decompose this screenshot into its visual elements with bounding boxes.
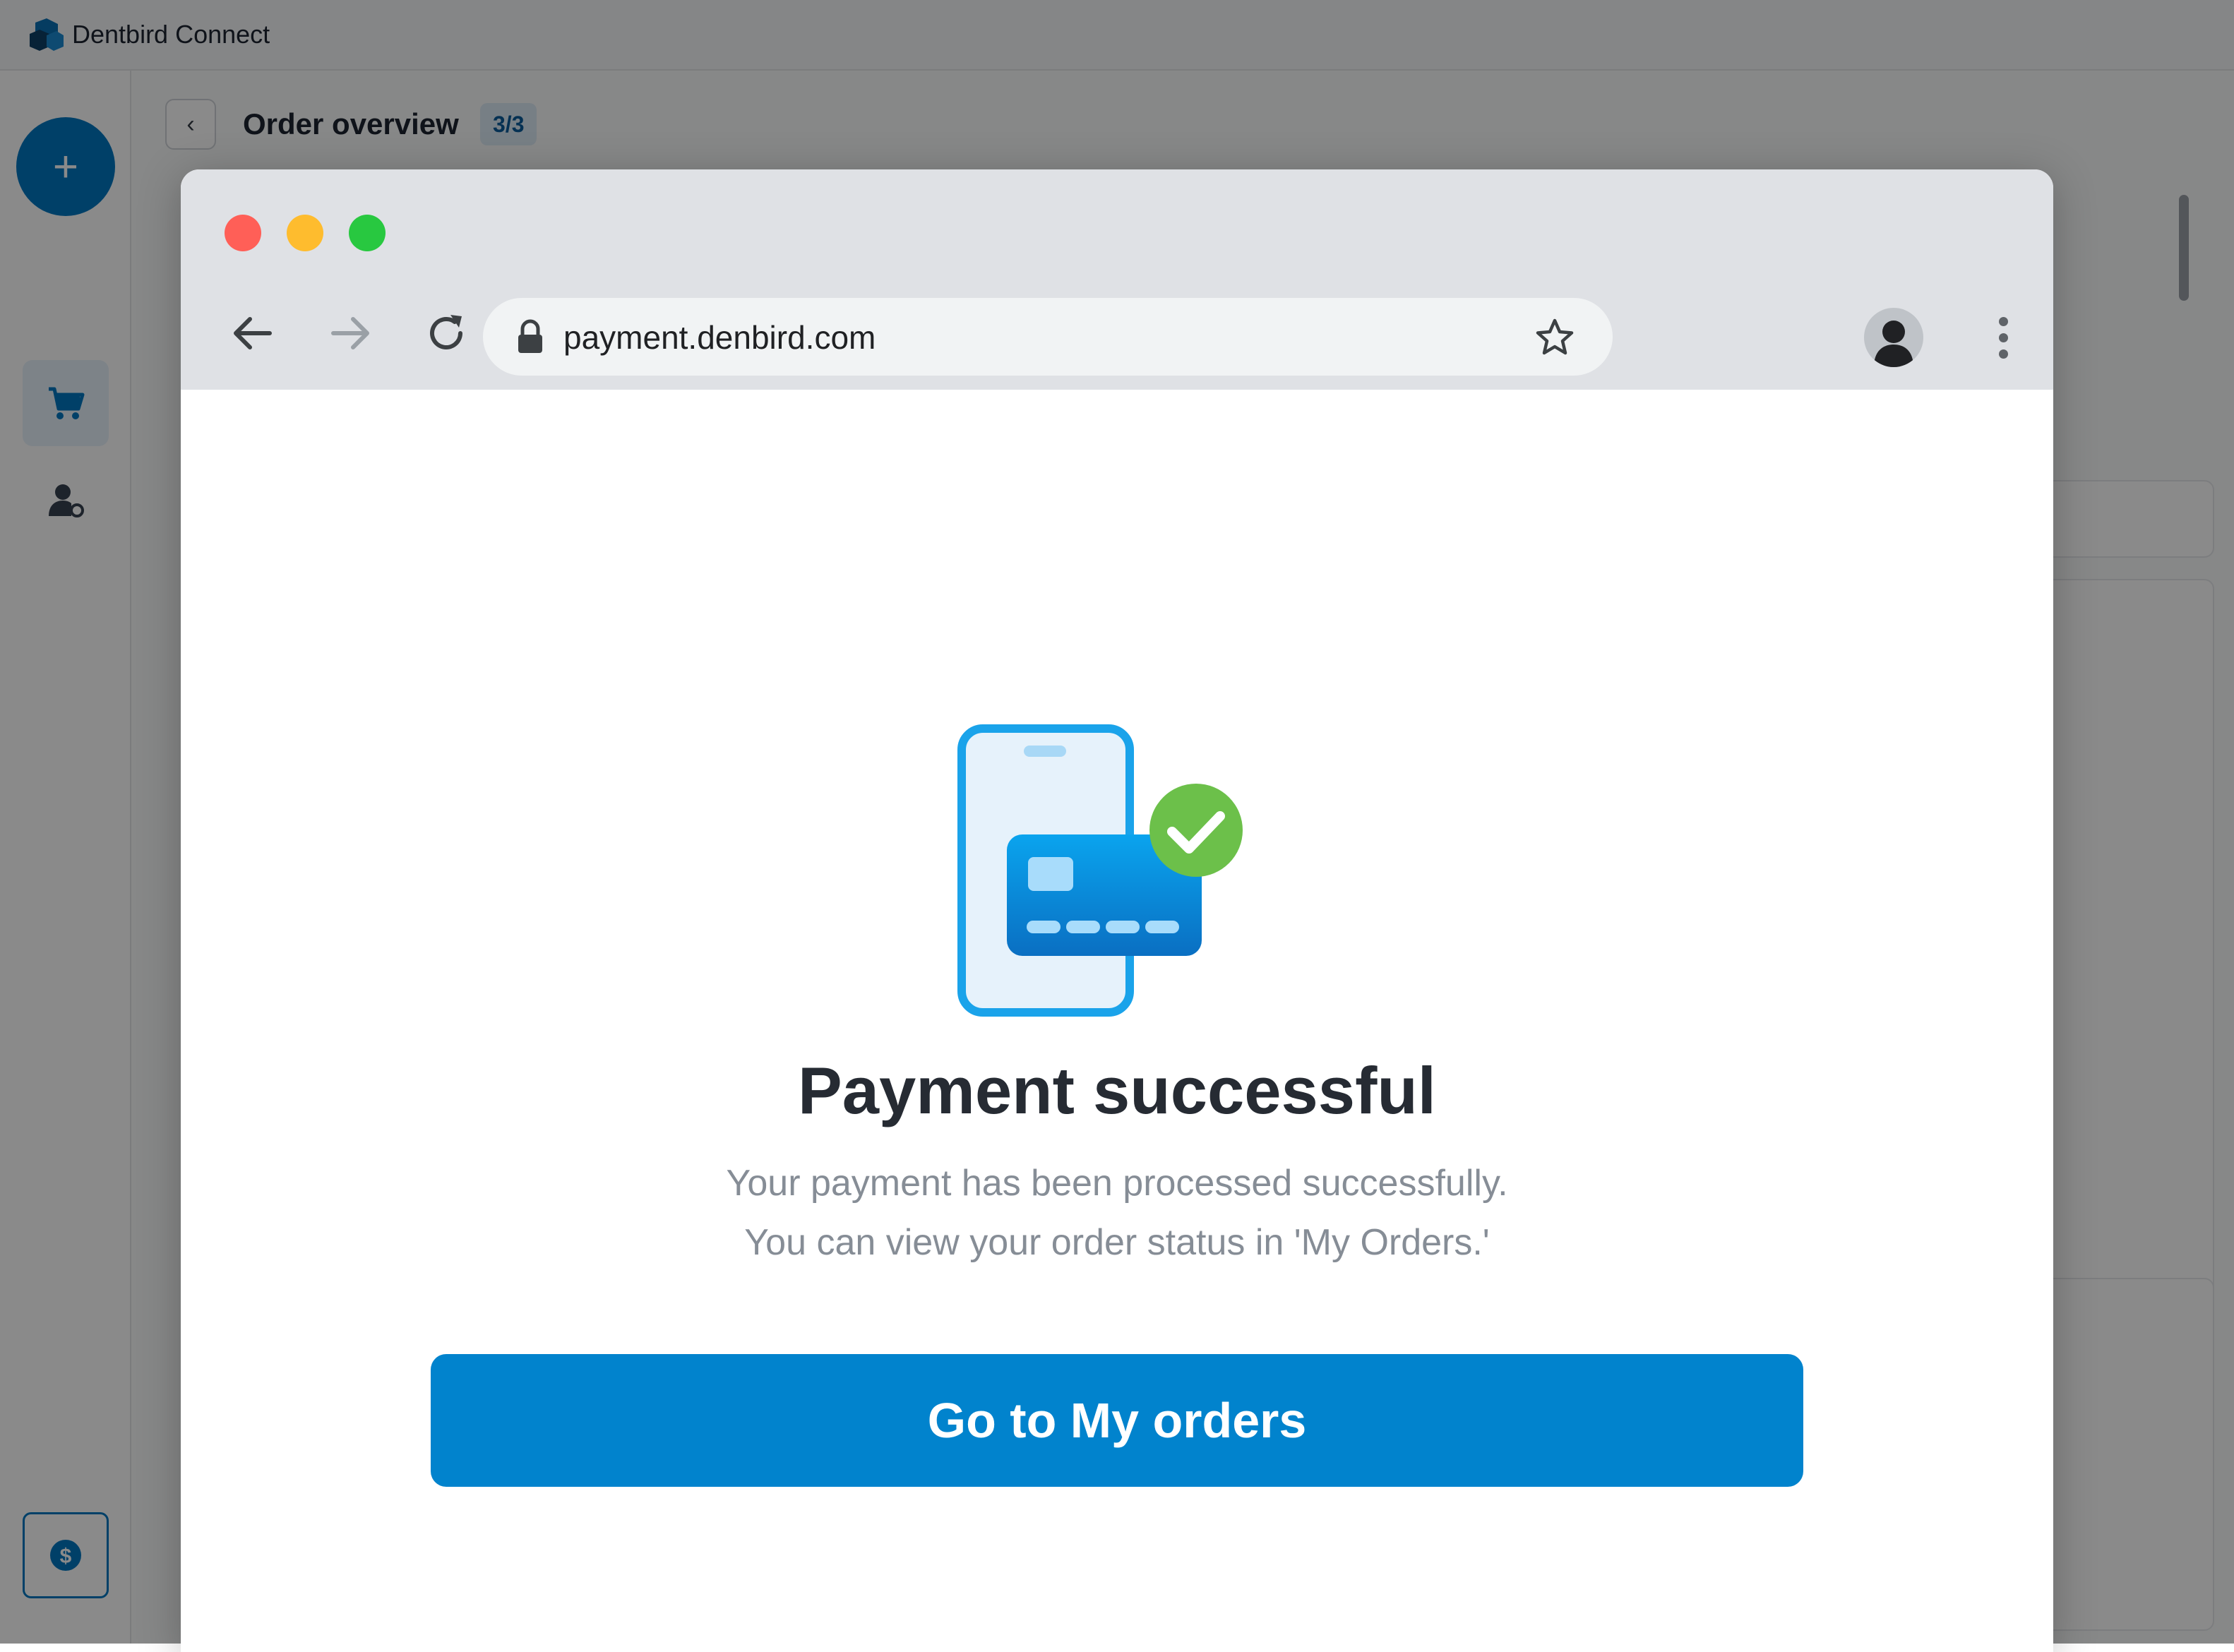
go-to-my-orders-button[interactable]: Go to My orders (431, 1354, 1803, 1487)
browser-window: payment.denbird.com Payment successful Y… (181, 169, 2053, 1652)
arrow-left-icon (234, 317, 272, 349)
browser-forward-button[interactable] (322, 305, 378, 361)
payment-success-description: Your payment has been processed successf… (181, 1154, 2053, 1272)
close-window-button[interactable] (225, 215, 261, 251)
bookmark-star-icon[interactable] (1534, 316, 1576, 359)
description-line-1: Your payment has been processed successf… (726, 1163, 1508, 1204)
payment-page: Payment successful Your payment has been… (181, 390, 2053, 1652)
browser-back-button[interactable] (225, 305, 281, 361)
url-text: payment.denbird.com (563, 319, 876, 356)
profile-avatar[interactable] (1864, 308, 1923, 367)
reload-icon (430, 315, 462, 349)
description-line-2: You can view your order status in 'My Or… (744, 1222, 1490, 1263)
arrow-right-icon (331, 317, 369, 349)
payment-success-illustration-icon (957, 724, 1243, 1017)
user-silhouette-icon (1874, 321, 1913, 367)
lock-icon (518, 319, 542, 353)
maximize-window-button[interactable] (349, 215, 386, 251)
browser-reload-button[interactable] (418, 305, 474, 361)
address-bar[interactable]: payment.denbird.com (483, 298, 1613, 376)
minimize-window-button[interactable] (287, 215, 323, 251)
browser-toolbar: payment.denbird.com (181, 169, 2053, 390)
payment-success-title: Payment successful (798, 1053, 1436, 1127)
browser-menu-icon[interactable] (1985, 308, 2021, 367)
